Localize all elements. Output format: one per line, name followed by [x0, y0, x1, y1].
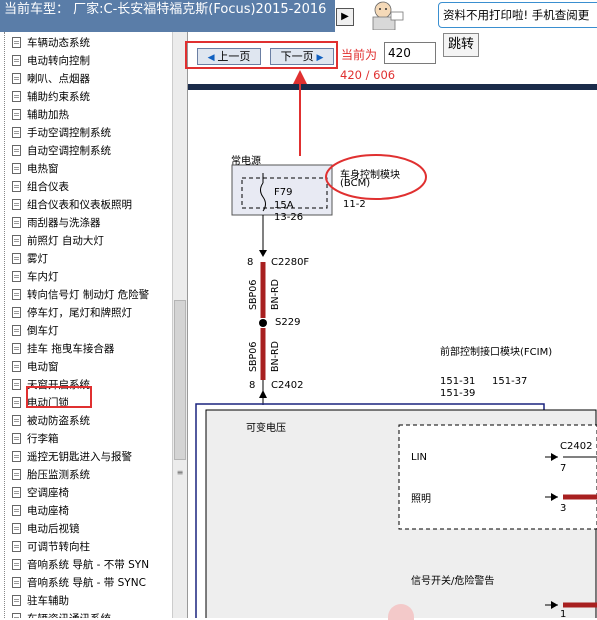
pin-11-2: 11-2	[343, 199, 366, 210]
fcim-pin-151-39: 151-39	[440, 388, 476, 399]
wire-a-code: SBP06	[248, 279, 259, 310]
connector-c2280f: C2280F	[271, 257, 310, 268]
hazard-switch-label: 信号开关/危险警告	[411, 576, 495, 587]
variable-voltage-label: 可变电压	[246, 423, 286, 434]
module-abbr: (BCM)	[340, 178, 371, 189]
pin-8-top: 8	[247, 257, 254, 268]
wire-a-color: BN-RD	[270, 279, 281, 310]
fuse-rating: 15A	[274, 200, 294, 211]
lighting-label: 照明	[411, 494, 431, 505]
right-pin-3: 3	[560, 503, 567, 514]
fcim-pin-151-31: 151-31	[440, 376, 476, 387]
wiring-diagram	[195, 70, 597, 618]
connector-c2402: C2402	[271, 380, 304, 391]
splice-s229: S229	[275, 317, 301, 328]
right-pin-7: 7	[560, 463, 567, 474]
splice-dot	[259, 319, 267, 327]
pin-8-bottom: 8	[249, 380, 256, 391]
fcim-pin-151-37: 151-37	[492, 376, 528, 387]
wire-b-code: SBP06	[248, 341, 259, 372]
right-connector-c2402: C2402	[560, 441, 593, 452]
fcim-name: 前部控制接口模块(FCIM)	[440, 347, 553, 358]
power-label: 常电源	[231, 156, 261, 167]
lin-label: LIN	[411, 452, 428, 463]
wire-b-color: BN-RD	[270, 341, 281, 372]
right-pin-1: 1	[560, 609, 567, 620]
annotation-arrow-head	[293, 70, 307, 84]
fuse-id: F79	[274, 187, 293, 198]
fuse-pins: 13-26	[274, 212, 304, 223]
